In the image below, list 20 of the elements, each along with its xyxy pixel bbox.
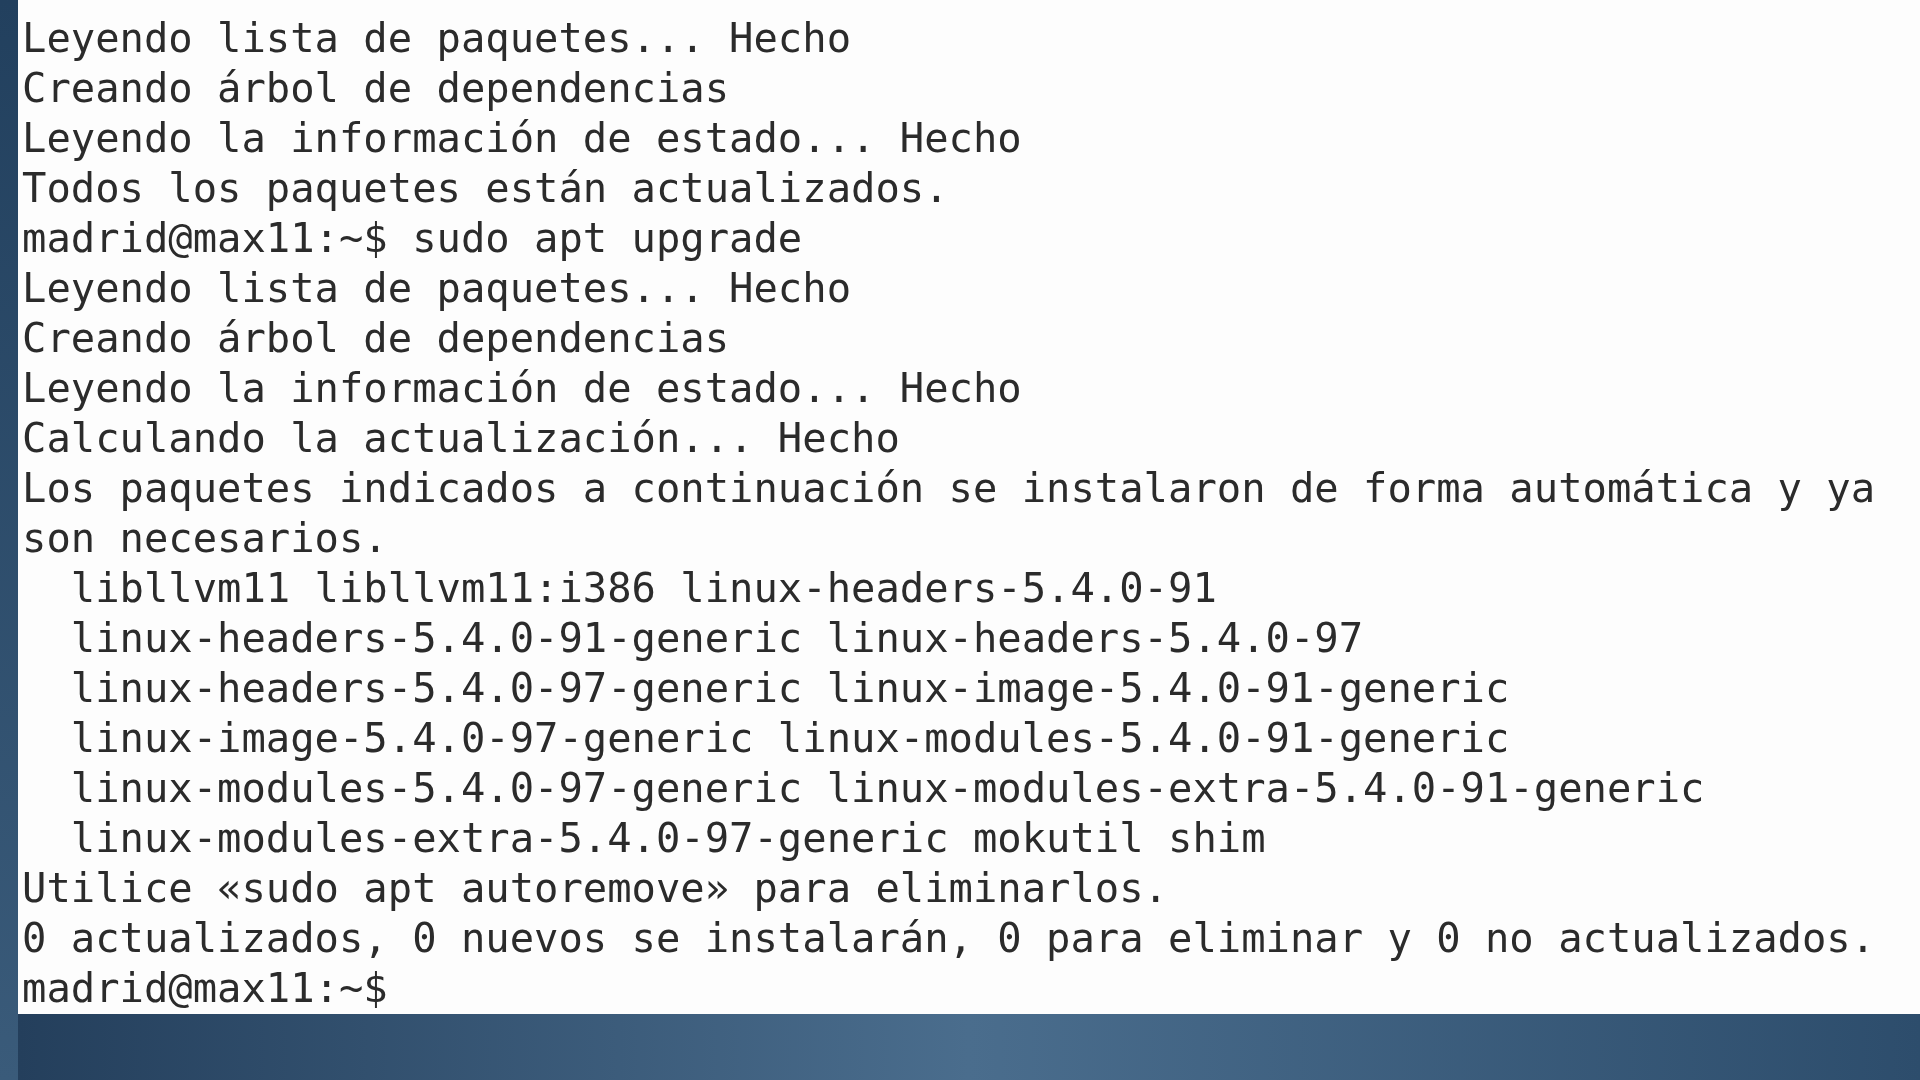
terminal-line: linux-modules-extra-5.4.0-97-generic mokutil shim [69, 813, 1266, 863]
terminal-line: 0 actualizados, 0 nuevos se instalarán, 0 para eliminar y 0 no actualizados. [22, 913, 1876, 963]
terminal-line: Leyendo lista de paquetes... Hecho [22, 263, 852, 313]
terminal-line: Utilice «sudo apt autoremove» para eliminarlos. [22, 863, 1168, 913]
terminal-line: Leyendo la información de estado... Hecho [22, 363, 1022, 413]
terminal-line: Los paquetes indicados a continuación se instalaron de forma automática y ya [22, 463, 1876, 513]
terminal-line: Todos los paquetes están actualizados. [22, 163, 949, 213]
terminal-line: Creando árbol de dependencias [22, 63, 730, 113]
terminal-line: linux-modules-5.4.0-97-generic linux-modules-extra-5.4.0-91-generic [69, 763, 1705, 813]
terminal-line: Calculando la actualización... Hecho [22, 413, 900, 463]
terminal-line: linux-headers-5.4.0-91-generic linux-headers-5.4.0-97 [69, 613, 1364, 663]
terminal-line: son necesarios. [22, 513, 388, 563]
terminal-line: linux-headers-5.4.0-97-generic linux-image-5.4.0-91-generic [69, 663, 1510, 713]
terminal-line: Leyendo lista de paquetes... Hecho [22, 13, 852, 63]
terminal-line: madrid@max11:~$ sudo apt upgrade [22, 213, 803, 263]
terminal-line: Leyendo la información de estado... Hecho [22, 113, 1022, 163]
terminal-line: linux-image-5.4.0-97-generic linux-modules-5.4.0-91-generic [69, 713, 1510, 763]
terminal-line: madrid@max11:~$ [22, 963, 388, 1013]
terminal-line: Creando árbol de dependencias [22, 313, 730, 363]
terminal-line: libllvm11 libllvm11:i386 linux-headers-5.4.0-91 [69, 563, 1217, 613]
